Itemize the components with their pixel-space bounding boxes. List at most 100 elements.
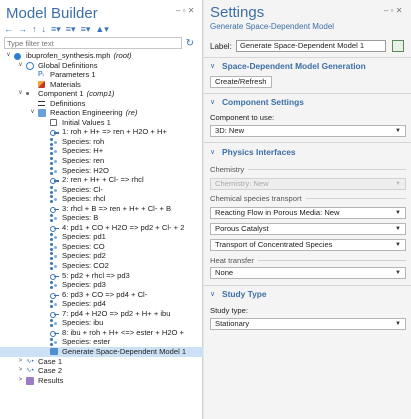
settings-window-controls[interactable]: ‒ ▫ ✕ [384,6,402,15]
tree-item-text: Materials [50,79,81,89]
tree-item[interactable]: 4: pd1 + CO + H2O => pd2 + Cl- + 2 [0,223,203,233]
transport-select-3[interactable]: Transport of Concentrated Species ▼ [210,239,406,251]
tree-item[interactable]: 2: ren + H+ + Cl- => rhcl [0,175,203,185]
tree-item[interactable]: ∨ Reaction Engineering (re) [0,108,203,118]
tree-item[interactable]: Materials [0,80,203,90]
species-icon [50,137,58,146]
show-menu-icon[interactable]: ≡▾ [51,24,61,35]
tree-item-text: Global Definitions [38,60,98,70]
section-study-header[interactable]: ∨ Study Type [210,289,267,299]
tree-item[interactable]: Pᵢ Parameters 1 [0,70,203,80]
chevron-right-icon[interactable]: > [17,366,24,376]
study-select-value: Stationary [215,319,250,328]
tree-item[interactable]: Generate Space-Dependent Model 1 [0,346,203,357]
tree-item[interactable]: > ∿• Case 1 [0,357,203,367]
results-icon [26,376,34,385]
divider [204,57,411,58]
tree-item-label: Species: CO2 [62,261,109,271]
refresh-icon[interactable]: ↻ [186,38,194,49]
tree-item[interactable]: Species: roh [0,137,203,147]
species-icon [50,195,58,203]
model-builder-window-controls[interactable]: ‒ ▫ ✕ [176,6,194,15]
component-select[interactable]: 3D: New ▼ [210,125,406,137]
tree-item[interactable]: Species: ester [0,337,203,347]
tree-item-text: Species: pd1 [62,232,106,242]
tree-item[interactable]: Initial Values 1 [0,118,203,128]
tree-item[interactable]: Species: ren [0,156,203,166]
back-arrow-icon[interactable]: ← [4,24,13,34]
tree-item[interactable]: ∨ ibuprofen_synthesis.mph (root) [0,51,203,61]
tree-menu-icon[interactable]: ▲▾ [95,24,108,35]
move-down-icon[interactable]: ↓ [42,24,47,34]
globe-icon [26,61,34,70]
tree-item[interactable]: Species: CO2 [0,261,203,271]
tree-item-text: Parameters 1 [50,70,96,80]
chevron-down-icon[interactable]: ∨ [17,61,24,71]
tree-item-label: Species: roh [62,137,104,147]
tree-item[interactable]: Definitions [0,99,203,109]
reaction-engineering-icon [38,109,46,118]
chevron-right-icon[interactable]: > [17,376,24,386]
tree-item[interactable]: 5: pd2 + rhcl => pd3 [0,271,203,281]
chevron-down-icon: ∨ [210,99,216,106]
chevron-down-icon[interactable]: ∨ [5,51,12,61]
tree-item[interactable]: Species: rhcl [0,194,203,204]
tree-item[interactable]: > Results [0,376,203,386]
dropdown-arrow-icon: ▼ [395,181,401,187]
section-study-title: Study Type [222,289,267,299]
tree-item-label: 4: pd1 + CO + H2O => pd2 + Cl- + 2 [62,223,184,233]
settings-title: Settings [210,4,265,21]
section-physics-header[interactable]: ∨ Physics Interfaces [210,147,296,157]
tree-item-text: Species: H2O [62,165,109,175]
tree-item-label: Results [38,376,63,386]
section-component-header[interactable]: ∨ Component Settings [210,97,304,107]
collapse-menu-icon[interactable]: ≡▾ [66,24,76,35]
study-caption: Study type: [210,306,248,315]
model-file-icon [14,52,21,60]
filter-input[interactable] [4,37,182,49]
species-icon [50,242,58,251]
tree-item[interactable]: Species: pd2 [0,251,203,261]
transport-select-2-value: Porous Catalyst [215,224,269,233]
tree-item[interactable]: 8: ibu + roh + H+ <=> ester + H2O + [0,328,203,338]
chevron-right-icon[interactable]: > [17,357,24,367]
tree-item[interactable]: 6: pd3 + CO => pd4 + Cl- [0,290,203,300]
create-refresh-button[interactable]: Create/Refresh [210,76,272,88]
model-builder-panel: Model Builder ‒ ▫ ✕ ← → ↑ ↓ ≡▾ ≡▾ ≡▾ ▲▾ … [0,0,203,419]
study-select[interactable]: Stationary ▼ [210,318,406,330]
tree-item[interactable]: Species: H+ [0,146,203,156]
tree-item-text: Species: CO2 [62,261,109,271]
transport-select-2[interactable]: Porous Catalyst ▼ [210,223,406,235]
parameters-icon: Pᵢ [38,71,44,79]
tree-item-text: Definitions [50,98,86,108]
list-menu-icon[interactable]: ≡▾ [81,24,91,35]
heat-select[interactable]: None ▼ [210,267,406,279]
tree-item-label: ibuprofen_synthesis.mph (root) [26,51,132,61]
tree-item[interactable]: > ∿• Case 2 [0,366,203,376]
tree-item[interactable]: 7: pd4 + H2O => pd2 + H+ + ibu [0,309,203,319]
move-up-icon[interactable]: ↑ [32,24,37,34]
chevron-down-icon[interactable]: ∨ [17,89,24,99]
label-input[interactable]: Generate Space-Dependent Model 1 [236,40,386,52]
tree-item[interactable]: Species: Cl- [0,185,203,195]
tree-item[interactable]: Species: pd3 [0,280,203,290]
section-generation-header[interactable]: ∨ Space-Dependent Model Generation [210,61,366,71]
species-icon [50,233,58,241]
tree-item-text: Species: CO [62,241,105,251]
tree-item[interactable]: Species: pd1 [0,232,203,242]
tree-item[interactable]: Species: pd4 [0,299,203,309]
transport-select-1[interactable]: Reacting Flow in Porous Media: New ▼ [210,207,406,219]
tree-item[interactable]: Species: ibu [0,318,203,328]
label-options-button[interactable] [392,40,404,52]
tree-item[interactable]: ∨ Global Definitions [0,61,203,71]
tree-item[interactable]: ∨ Component 1 (comp1) [0,89,203,99]
tree-item[interactable]: Species: CO [0,242,203,252]
forward-arrow-icon[interactable]: → [18,24,27,34]
chevron-down-icon[interactable]: ∨ [29,108,36,118]
species-icon [50,338,58,346]
section-component-title: Component Settings [222,97,304,107]
tree-item[interactable]: Species: B [0,213,203,223]
tree-item[interactable]: 3: rhcl + B => ren + H+ + Cl- + B [0,204,203,214]
tree-item[interactable]: Species: H2O [0,166,203,176]
tree-item[interactable]: 1: roh + H+ => ren + H2O + H+ [0,127,203,137]
